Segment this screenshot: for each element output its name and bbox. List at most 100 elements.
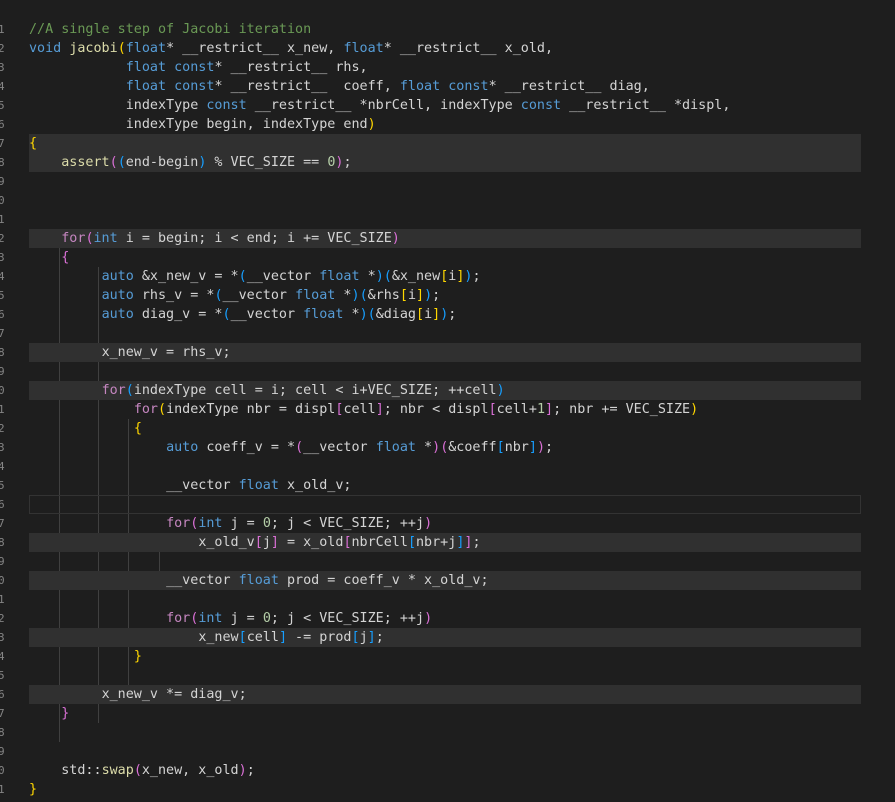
code-line[interactable]: [0, 191, 895, 210]
code-line[interactable]: __vector float prod = coeff_v * x_old_v;: [0, 571, 895, 590]
code-line[interactable]: auto coeff_v = *(__vector float *)(&coef…: [0, 438, 895, 457]
token-keyword: float: [303, 307, 344, 322]
code-line[interactable]: {: [0, 248, 895, 267]
token-b3: (: [222, 307, 231, 322]
code-line[interactable]: [0, 495, 895, 514]
code-line[interactable]: assert((end-begin) % VEC_SIZE == 0);: [0, 153, 895, 172]
token-plain: * __restrict__ coeff,: [214, 79, 400, 94]
token-plain: = x_old: [278, 535, 344, 550]
token-b2: (: [133, 763, 142, 778]
token-b3: ]: [278, 630, 287, 645]
code-line[interactable]: auto rhs_v = *(__vector float *)(&rhs[i]…: [0, 286, 895, 305]
token-b2: ): [391, 231, 400, 246]
code-line[interactable]: [0, 742, 895, 761]
token-b1: {: [133, 421, 142, 436]
code-line[interactable]: indexType begin, indexType end): [0, 115, 895, 134]
token-b2: (: [295, 440, 304, 455]
token-plain: x_new_v *= diag_v;: [101, 687, 247, 702]
code-line[interactable]: auto &x_new_v = *(__vector float *)(&x_n…: [0, 267, 895, 286]
token-b3: ): [359, 307, 368, 322]
code-line[interactable]: for(int j = 0; j < VEC_SIZE; ++j): [0, 609, 895, 628]
code-line[interactable]: [0, 723, 895, 742]
code-text: __vector float prod = coeff_v * x_old_v;: [29, 571, 488, 590]
code-text: {: [29, 419, 142, 438]
code-text: float const* __restrict__ rhs,: [29, 58, 368, 77]
code-line[interactable]: }: [0, 647, 895, 666]
code-line[interactable]: auto diag_v = *(__vector float *)(&diag[…: [0, 305, 895, 324]
token-plain: x_new, x_old: [141, 763, 239, 778]
token-plain: &x_new_v = *: [133, 269, 239, 284]
code-editor[interactable]: 1234567890123456789012345678901234567890…: [0, 0, 895, 802]
token-plain: j: [359, 630, 368, 645]
code-line[interactable]: for(indexType cell = i; cell < i+VEC_SIZ…: [0, 381, 895, 400]
token-b1: }: [29, 782, 38, 797]
code-lines[interactable]: //A single step of Jacobi iteration void …: [0, 20, 895, 799]
code-text: for(int i = begin; i < end; i += VEC_SIZ…: [29, 229, 400, 248]
token-plain: ; j < VEC_SIZE; ++j: [270, 516, 425, 531]
token-control: for: [61, 231, 86, 246]
token-plain: indexType begin, indexType end: [125, 117, 368, 132]
code-line[interactable]: //A single step of Jacobi iteration: [0, 20, 895, 39]
token-plain: *: [359, 269, 376, 284]
code-line[interactable]: [0, 172, 895, 191]
token-plain: j: [262, 535, 271, 550]
code-line[interactable]: std::swap(x_new, x_old);: [0, 761, 895, 780]
code-line[interactable]: [0, 552, 895, 571]
code-line[interactable]: indexType const __restrict__ *nbrCell, i…: [0, 96, 895, 115]
token-keyword: float: [295, 288, 336, 303]
code-line[interactable]: [0, 666, 895, 685]
code-line[interactable]: }: [0, 780, 895, 799]
token-num: 0: [262, 611, 271, 626]
token-b3: ): [496, 383, 505, 398]
token-b1: ): [690, 402, 699, 417]
code-line[interactable]: }: [0, 704, 895, 723]
code-text: __vector float x_old_v;: [29, 476, 352, 495]
code-line[interactable]: float const* __restrict__ coeff, float c…: [0, 77, 895, 96]
code-line[interactable]: {: [0, 419, 895, 438]
token-plain: x_old_v;: [278, 478, 352, 493]
code-line[interactable]: x_new_v = rhs_v;: [0, 343, 895, 362]
code-line[interactable]: x_new[cell] -= prod[j];: [0, 628, 895, 647]
code-line[interactable]: [0, 362, 895, 381]
token-b2: ): [424, 611, 433, 626]
code-text: void jacobi(float* __restrict__ x_new, f…: [29, 39, 553, 58]
token-plain: j =: [222, 516, 263, 531]
token-b1: [: [416, 307, 425, 322]
token-b3: (: [214, 288, 223, 303]
token-keyword: float: [125, 79, 167, 94]
code-text: indexType begin, indexType end): [29, 115, 376, 134]
code-line[interactable]: [0, 324, 895, 343]
code-line[interactable]: for(int j = 0; j < VEC_SIZE; ++j): [0, 514, 895, 533]
token-keyword: auto: [101, 307, 134, 322]
token-plain: ;: [246, 763, 255, 778]
code-text: for(indexType nbr = displ[cell]; nbr < d…: [29, 400, 698, 419]
token-plain: i = begin; i < end; i += VEC_SIZE: [117, 231, 392, 246]
code-line[interactable]: __vector float x_old_v;: [0, 476, 895, 495]
code-line[interactable]: for(int i = begin; i < end; i += VEC_SIZ…: [0, 229, 895, 248]
token-b3: [: [407, 535, 416, 550]
code-text: x_new_v = rhs_v;: [29, 343, 231, 362]
token-b2: (: [109, 155, 118, 170]
code-line[interactable]: [0, 590, 895, 609]
code-line[interactable]: {: [0, 134, 895, 153]
code-line[interactable]: [0, 457, 895, 476]
token-plain: indexType cell = i; cell < i+VEC_SIZE; +…: [133, 383, 497, 398]
code-line[interactable]: [0, 210, 895, 229]
token-b2: [: [254, 535, 263, 550]
token-b2: [: [488, 402, 497, 417]
code-text: {: [29, 248, 69, 267]
code-line[interactable]: float const* __restrict__ rhs,: [0, 58, 895, 77]
code-line[interactable]: for(indexType nbr = displ[cell]; nbr < d…: [0, 400, 895, 419]
code-line[interactable]: x_old_v[j] = x_old[nbrCell[nbr+j]];: [0, 533, 895, 552]
code-line[interactable]: x_new_v *= diag_v;: [0, 685, 895, 704]
code-line[interactable]: void jacobi(float* __restrict__ x_new, f…: [0, 39, 895, 58]
token-plain: rhs_v = *: [133, 288, 215, 303]
token-b3: ]: [367, 630, 376, 645]
